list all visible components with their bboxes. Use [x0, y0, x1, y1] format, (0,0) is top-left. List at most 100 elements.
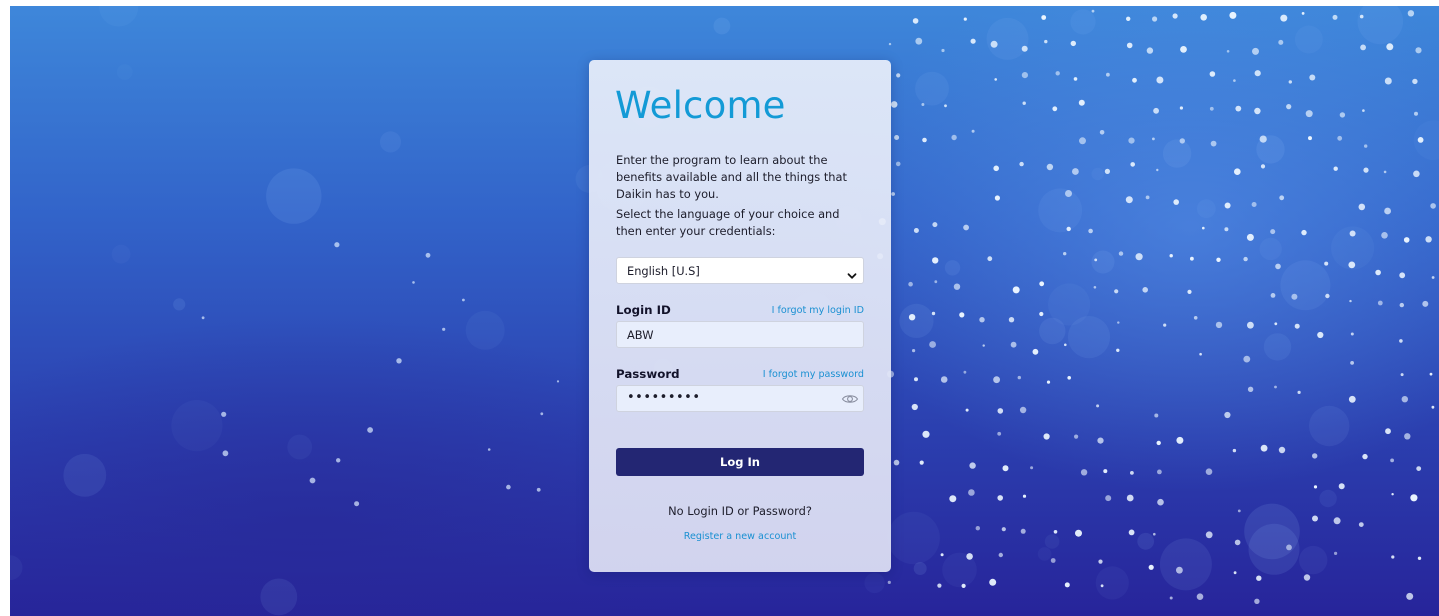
sparkle-particle [896, 73, 901, 78]
sparkle-particle [1052, 106, 1058, 112]
sparkle-particle [887, 580, 891, 585]
sparkle-particle [1232, 448, 1237, 453]
sparkle-particle [1312, 515, 1318, 522]
login-id-label: Login ID [616, 303, 671, 317]
sparkle-particle [1377, 300, 1383, 306]
sparkle-particle [1157, 469, 1162, 475]
sparkle-particle [1173, 199, 1179, 205]
eye-icon[interactable] [841, 391, 859, 411]
sparkle-particle [1384, 77, 1392, 85]
sparkle-particle [1176, 566, 1183, 574]
sparkle-particle [944, 104, 947, 108]
sparkle-particle [1362, 109, 1365, 112]
sparkle-particle [1021, 45, 1028, 52]
sparkle-particle [1233, 571, 1237, 575]
sparkle-particle [1130, 162, 1135, 167]
bokeh-particle [1070, 9, 1096, 35]
sparkle-particle [894, 135, 900, 140]
sparkle-particle [354, 501, 360, 507]
sparkle-particle [997, 408, 1004, 414]
sparkle-particle [890, 101, 898, 108]
register-link[interactable]: Register a new account [589, 531, 891, 542]
sparkle-particle [1199, 352, 1202, 356]
language-select-value: English [U.S] [627, 264, 700, 278]
bokeh-particle [1244, 503, 1300, 560]
sparkle-particle [1088, 228, 1093, 234]
sparkle-particle [1375, 269, 1381, 276]
sparkle-particle [367, 427, 373, 433]
bokeh-particle [1280, 260, 1331, 311]
sparkle-particle [1349, 230, 1356, 237]
language-select[interactable]: English [U.S] [616, 257, 864, 284]
bokeh-particle [864, 572, 885, 594]
sparkle-particle [1103, 469, 1108, 474]
sparkle-particle [1094, 258, 1098, 262]
instruction-text: Select the language of your choice and t… [616, 207, 840, 238]
bokeh-particle [111, 244, 131, 264]
sparkle-particle [971, 129, 975, 133]
sparkle-particle [1413, 170, 1420, 178]
sparkle-particle [336, 458, 341, 463]
sparkle-particle [891, 192, 895, 196]
sparkle-particle [893, 459, 900, 466]
sparkle-particle [1100, 584, 1104, 588]
sparkle-particle [309, 477, 316, 484]
sparkle-particle [201, 316, 205, 320]
sparkle-particle [1337, 135, 1343, 141]
sparkle-particle [1153, 107, 1159, 114]
forgot-login-id-link[interactable]: I forgot my login ID [772, 305, 864, 316]
sparkle-particle [1022, 494, 1027, 498]
sparkle-particle [1142, 287, 1148, 293]
sparkle-particle [1339, 112, 1346, 118]
sparkle-particle [1254, 107, 1261, 115]
sparkle-particle [1358, 203, 1366, 211]
sparkle-particle [462, 298, 465, 302]
sparkle-particle [1074, 434, 1079, 439]
sparkle-particle [1301, 229, 1307, 236]
sparkle-particle [1243, 256, 1248, 262]
sparkle-particle [1431, 276, 1435, 279]
sparkle-particle [1350, 361, 1354, 365]
sparkle-particle [556, 380, 560, 383]
password-input[interactable]: ••••••••• [616, 385, 864, 412]
sparkle-particle [1348, 395, 1356, 403]
sparkle-particle [963, 17, 967, 21]
sparkle-particle [536, 487, 541, 492]
login-button[interactable]: Log In [616, 448, 864, 476]
sparkle-particle [1279, 195, 1285, 201]
sparkle-particle [1403, 237, 1410, 243]
sparkle-particle [993, 165, 999, 172]
sparkle-particle [963, 224, 969, 231]
sparkle-particle [1032, 348, 1039, 355]
bokeh-particle [116, 64, 133, 80]
sparkle-particle [1416, 466, 1422, 471]
forgot-password-link[interactable]: I forgot my password [763, 369, 864, 380]
sparkle-particle [1148, 564, 1154, 570]
sparkle-particle [932, 257, 939, 264]
sparkle-particle [1070, 40, 1077, 47]
sparkle-particle [1073, 77, 1078, 81]
sparkle-particle [1431, 405, 1435, 409]
sparkle-particle [966, 553, 973, 560]
sparkle-particle [934, 280, 938, 284]
sparkle-particle [997, 431, 1002, 436]
sparkle-particle [1002, 465, 1009, 472]
sparkle-particle [1270, 229, 1276, 235]
sparkle-particle [1399, 272, 1406, 279]
login-id-input[interactable]: ABW [616, 321, 864, 348]
sparkle-particle [1008, 317, 1015, 323]
bokeh-particle [63, 453, 107, 497]
sparkle-particle [1172, 13, 1178, 19]
sparkle-particle [970, 38, 976, 44]
sparkle-particle [1075, 529, 1082, 537]
sparkle-particle [1363, 167, 1369, 173]
sparkle-particle [911, 403, 918, 411]
sparkle-particle [1224, 227, 1229, 232]
sparkle-particle [1286, 104, 1292, 110]
sparkle-particle [1096, 404, 1100, 408]
sparkle-particle [1128, 137, 1135, 144]
sparkle-particle [1360, 44, 1366, 51]
sparkle-particle [969, 462, 976, 469]
sparkle-particle [1041, 15, 1047, 20]
sparkle-particle [959, 312, 965, 318]
